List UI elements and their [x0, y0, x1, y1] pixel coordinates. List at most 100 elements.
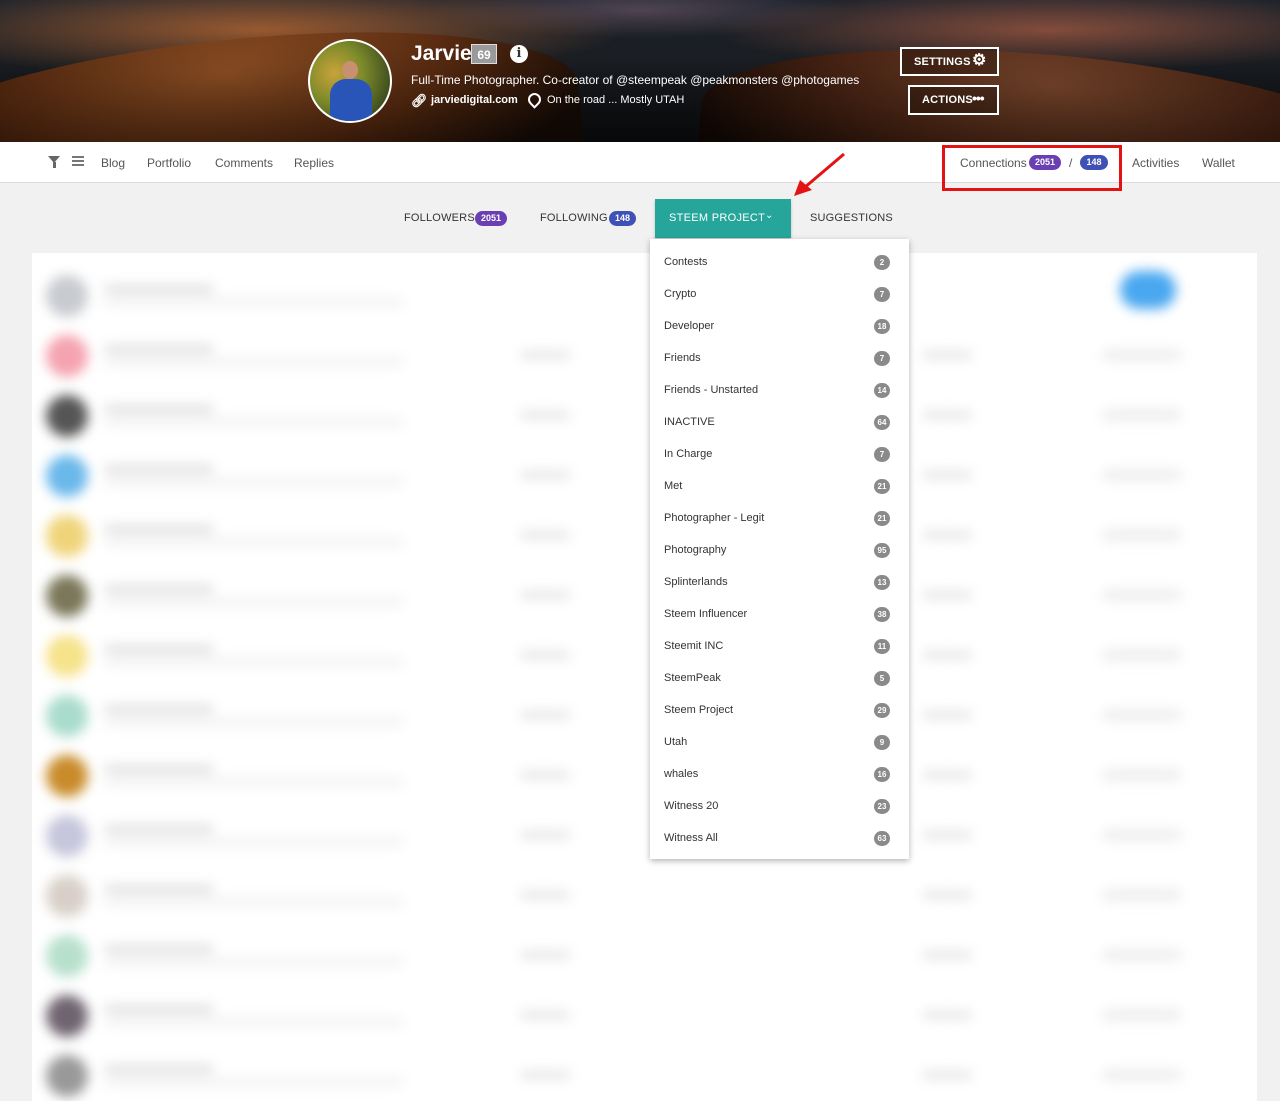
dropdown-item-count: 21	[874, 511, 890, 526]
list-item	[32, 447, 1257, 505]
dropdown-item-count: 64	[874, 415, 890, 430]
list-item	[32, 567, 1257, 625]
dropdown-item-label: Friends	[664, 352, 701, 364]
dropdown-item-count: 7	[874, 447, 890, 462]
list-item	[32, 1047, 1257, 1101]
dropdown-item-label: Steemit INC	[664, 640, 724, 652]
actions-button[interactable]: ACTIONS •••	[908, 85, 999, 115]
dropdown-item[interactable]: Friends 7	[650, 342, 909, 374]
dropdown-item-label: Developer	[664, 320, 715, 332]
dropdown-item[interactable]: Steem Project 29	[650, 694, 909, 726]
follow-button	[1120, 271, 1176, 309]
dropdown-item[interactable]: Friends - Unstarted 14	[650, 374, 909, 406]
dropdown-item-count: 11	[874, 639, 890, 654]
settings-button[interactable]: SETTINGS ⚙	[900, 47, 999, 76]
dropdown-item-count: 2	[874, 255, 890, 270]
dropdown-item-count: 29	[874, 703, 890, 718]
dropdown-item-label: Witness 20	[664, 800, 719, 812]
dropdown-item-count: 14	[874, 383, 890, 398]
profile-cover	[0, 0, 1280, 142]
dropdown-item-count: 7	[874, 351, 890, 366]
dropdown-item[interactable]: Witness 20 23	[650, 790, 909, 822]
dropdown-item-count: 13	[874, 575, 890, 590]
nav-portfolio[interactable]: Portfolio	[147, 156, 191, 170]
annotation-highlight-box	[942, 145, 1122, 191]
dropdown-item[interactable]: Splinterlands 13	[650, 566, 909, 598]
dropdown-item[interactable]: Photography 95	[650, 534, 909, 566]
dropdown-item-label: Steem Influencer	[664, 608, 748, 620]
dropdown-item-label: Photography	[664, 544, 727, 556]
dropdown-item[interactable]: Utah 9	[650, 726, 909, 758]
dropdown-item-count: 95	[874, 543, 890, 558]
group-dropdown-menu: Contests 2 Crypto 7 Developer 18 Friends 7 Frien…	[650, 239, 909, 859]
dropdown-item[interactable]: INACTIVE 64	[650, 406, 909, 438]
list-view-icon[interactable]	[72, 156, 84, 166]
dropdown-item-label: Utah	[664, 736, 688, 748]
list-item	[32, 927, 1257, 985]
filter-icon[interactable]	[48, 156, 60, 168]
dropdown-item-count: 18	[874, 319, 890, 334]
list-item	[32, 387, 1257, 445]
dropdown-item-count: 21	[874, 479, 890, 494]
tab-steem-project-dropdown[interactable]: STEEM PROJECT ⌄	[655, 199, 791, 238]
dropdown-item-label: Crypto	[664, 288, 697, 300]
website-link[interactable]: jarviedigital.com	[431, 94, 518, 106]
annotation-arrow	[794, 152, 845, 196]
avatar[interactable]	[308, 39, 392, 123]
dropdown-item-count: 23	[874, 799, 890, 814]
following-list	[32, 253, 1257, 1101]
dropdown-item[interactable]: Developer 18	[650, 310, 909, 342]
tab-following[interactable]: FOLLOWING	[540, 212, 608, 224]
dropdown-item-label: Witness All	[664, 832, 718, 844]
dropdown-item-label: SteemPeak	[664, 672, 721, 684]
link-icon: 🔗︎	[411, 93, 428, 108]
profile-name: Jarvie	[411, 42, 472, 65]
following-count-badge: 148	[609, 211, 636, 226]
dropdown-item-count: 7	[874, 287, 890, 302]
dropdown-item-count: 63	[874, 831, 890, 846]
info-icon[interactable]: i	[510, 45, 528, 63]
gear-icon: ⚙	[972, 52, 987, 69]
list-item	[32, 327, 1257, 385]
dropdown-item[interactable]: Crypto 7	[650, 278, 909, 310]
dropdown-item-label: Friends - Unstarted	[664, 384, 759, 396]
profile-location: On the road ... Mostly UTAH	[547, 94, 685, 106]
dropdown-item-count: 5	[874, 671, 890, 686]
dropdown-item[interactable]: whales 16	[650, 758, 909, 790]
dropdown-item[interactable]: Met 21	[650, 470, 909, 502]
dropdown-item[interactable]: Steemit INC 11	[650, 630, 909, 662]
nav-replies[interactable]: Replies	[294, 156, 334, 170]
list-item	[32, 507, 1257, 565]
dropdown-item-count: 16	[874, 767, 890, 782]
followers-count-badge: 2051	[475, 211, 507, 226]
dropdown-item-label: Met	[664, 480, 683, 492]
reputation-badge: 69	[471, 44, 497, 64]
dropdown-item[interactable]: Contests 2	[650, 246, 909, 278]
dropdown-item-label: In Charge	[664, 448, 713, 460]
dropdown-item-label: whales	[664, 768, 699, 780]
list-item	[32, 987, 1257, 1045]
list-item	[32, 867, 1257, 925]
dropdown-item[interactable]: SteemPeak 5	[650, 662, 909, 694]
tab-followers[interactable]: FOLLOWERS	[404, 212, 475, 224]
dropdown-item[interactable]: Witness All 63	[650, 822, 909, 854]
dropdown-item-label: Splinterlands	[664, 576, 728, 588]
nav-wallet[interactable]: Wallet	[1202, 156, 1235, 170]
dropdown-item[interactable]: In Charge 7	[650, 438, 909, 470]
list-item	[32, 627, 1257, 685]
nav-comments[interactable]: Comments	[215, 156, 273, 170]
settings-label: SETTINGS	[914, 56, 971, 68]
dropdown-item-label: Steem Project	[664, 704, 734, 716]
tab-suggestions[interactable]: SUGGESTIONS	[810, 212, 893, 224]
dropdown-item[interactable]: Photographer - Legit 21	[650, 502, 909, 534]
steem-project-label: STEEM PROJECT	[669, 212, 766, 224]
profile-bio: Full-Time Photographer. Co-creator of @s…	[411, 73, 860, 87]
dropdown-item[interactable]: Steem Influencer 38	[650, 598, 909, 630]
dropdown-item-label: Photographer - Legit	[664, 512, 765, 524]
nav-blog[interactable]: Blog	[101, 156, 125, 170]
actions-label: ACTIONS	[922, 94, 973, 106]
list-item	[32, 807, 1257, 865]
nav-activities[interactable]: Activities	[1132, 156, 1179, 170]
dropdown-item-count: 38	[874, 607, 890, 622]
more-dots-icon: •••	[972, 90, 985, 106]
